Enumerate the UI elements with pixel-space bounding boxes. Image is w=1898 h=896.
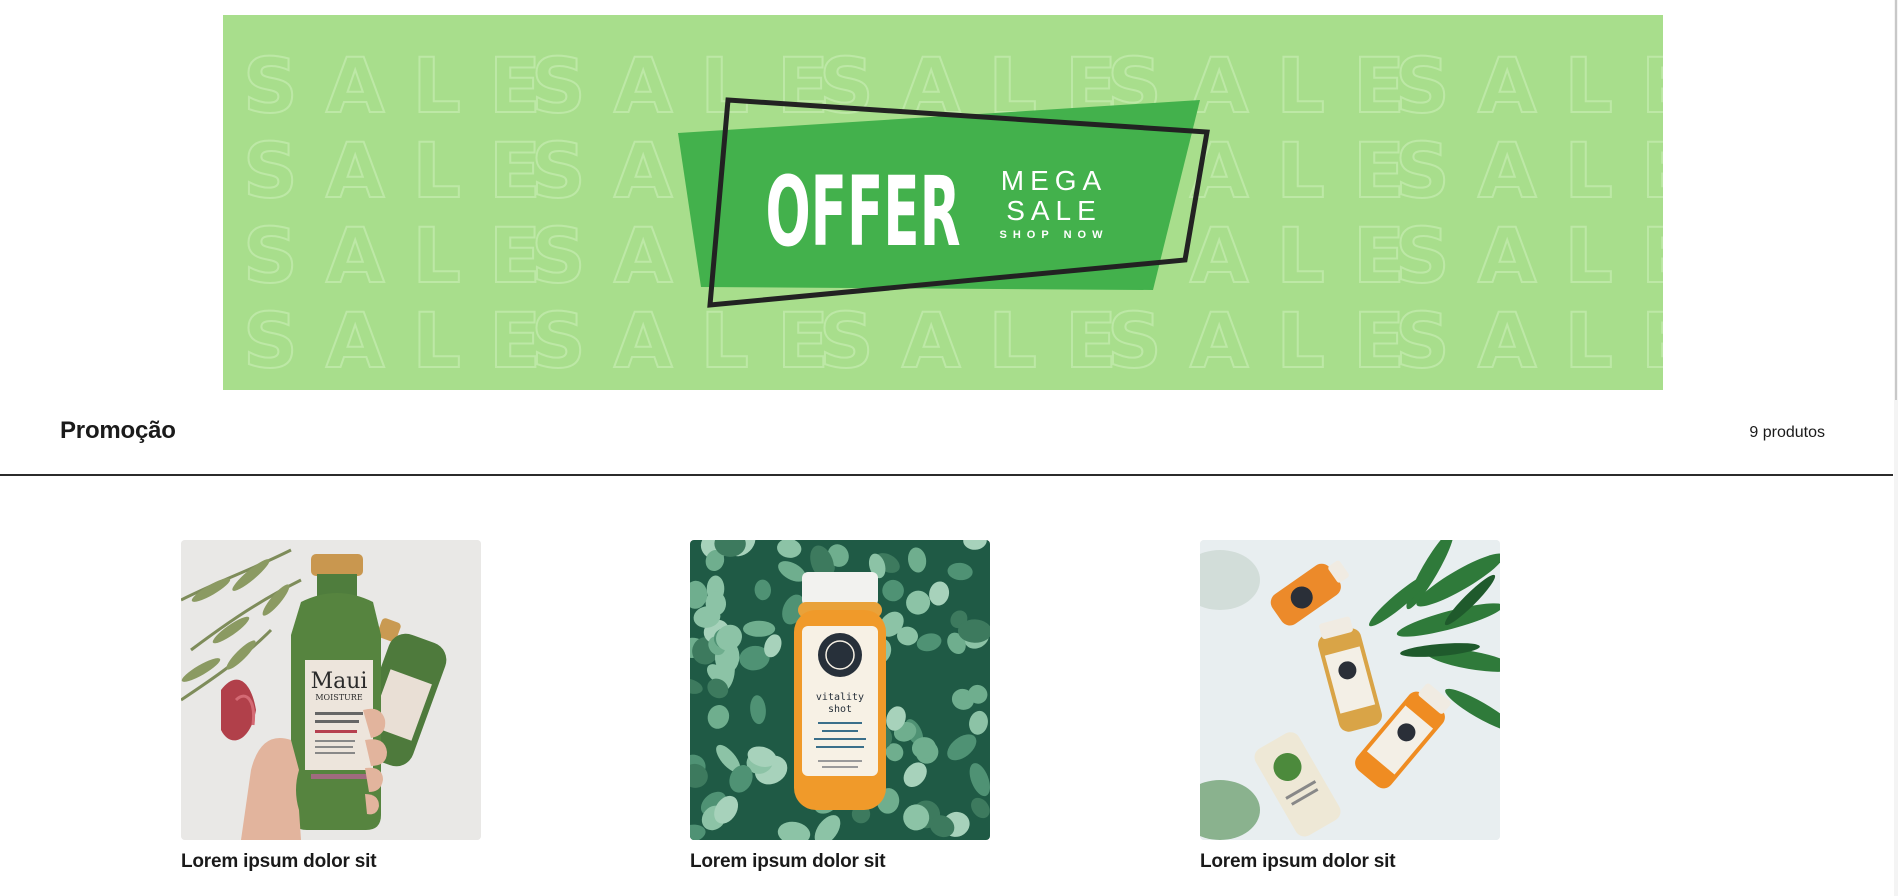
sale-pattern-word: SALE <box>1395 211 1663 300</box>
product-card[interactable]: vitality shot Lorem ipsum dolor sit <box>690 540 990 873</box>
product-image[interactable]: Maui MOISTURE <box>181 540 481 840</box>
juice-bottle-on-leaves-photo: vitality shot <box>690 540 990 840</box>
sale-pattern-word: SALE <box>243 126 569 215</box>
sale-pattern-word: SALE <box>1107 296 1433 385</box>
banner-line2: SALE <box>1006 195 1102 226</box>
promo-banner[interactable]: SALESALESALESALESALESALESALESALESALESALE… <box>223 15 1663 390</box>
product-card[interactable]: Lorem ipsum dolor sit <box>1200 540 1500 873</box>
sale-pattern-word: SALE <box>243 296 569 385</box>
sale-pattern-word: SALE <box>243 41 569 130</box>
sale-pattern-word: SALE <box>531 41 857 130</box>
product-name[interactable]: Lorem ipsum dolor sit <box>181 851 481 873</box>
page-scrollbar[interactable] <box>1894 0 1898 896</box>
scrollbar-thumb[interactable] <box>1895 0 1897 400</box>
product-count: 9 produtos <box>1749 424 1825 441</box>
svg-text:MOISTURE: MOISTURE <box>315 693 362 702</box>
sale-pattern-word: SALE <box>243 211 569 300</box>
sale-pattern-word: SALE <box>1395 296 1663 385</box>
product-name[interactable]: Lorem ipsum dolor sit <box>690 851 990 873</box>
svg-text:Maui: Maui <box>311 669 368 694</box>
banner-line1: MEGA <box>1001 165 1107 196</box>
banner-cta[interactable]: SHOP NOW <box>1000 229 1109 241</box>
product-card[interactable]: Maui MOISTURE Lorem ipsum dolor sit <box>181 540 481 873</box>
sale-pattern-word: SALE <box>1395 41 1663 130</box>
sale-pattern-word: SALE <box>531 296 857 385</box>
product-image[interactable]: vitality shot <box>690 540 990 840</box>
collection-header: Promoção 9 produtos <box>0 390 1893 476</box>
svg-text:shot: shot <box>828 704 852 715</box>
sale-pattern-word: SALE <box>819 296 1145 385</box>
collection-page: SALESALESALESALESALESALESALESALESALESALE… <box>0 0 1898 896</box>
eucalyptus-leaf <box>743 620 776 637</box>
collection-title: Promoção <box>60 417 176 444</box>
product-image[interactable] <box>1200 540 1500 840</box>
banner-graphic: SALESALESALESALESALESALESALESALESALESALE… <box>223 15 1663 390</box>
shampoo-bottle-photo: Maui MOISTURE <box>181 540 481 840</box>
sale-pattern-word: SALE <box>1395 126 1663 215</box>
svg-text:vitality: vitality <box>816 692 864 703</box>
banner-headline: OFFER <box>766 156 961 268</box>
product-name[interactable]: Lorem ipsum dolor sit <box>1200 851 1500 873</box>
juice-bottles-flatlay-photo <box>1200 540 1500 840</box>
